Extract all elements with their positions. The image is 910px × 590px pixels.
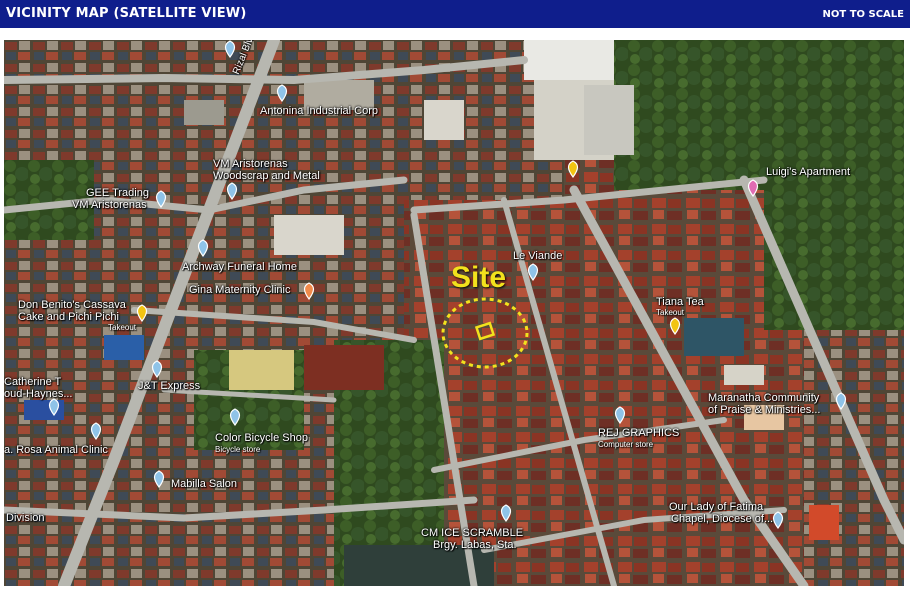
label-maranatha-1: Maranatha Community [708,392,820,404]
pin-catherine[interactable] [47,398,61,416]
pin-le-viande[interactable] [526,263,540,281]
label-color-bike-sub: Bicycle store [215,445,261,454]
pin-jt[interactable] [150,360,164,378]
label-color-bike: Color Bicycle Shop [215,432,308,444]
pin-color-bike[interactable] [228,408,242,426]
scale-note: NOT TO SCALE [822,9,904,20]
pin-maranatha[interactable] [834,392,848,410]
label-don-benito-sub: Takeout [108,323,137,332]
header-bar: VICINITY MAP (SATELLITE VIEW) NOT TO SCA… [0,0,910,28]
map-title: VICINITY MAP (SATELLITE VIEW) [6,6,247,21]
label-catherine-2: oud-Haynes... [4,388,73,400]
pin-rosa[interactable] [89,422,103,440]
label-fatima-2: Chapel, Diocese of... [671,513,774,525]
label-fatima-1: Our Lady of Fatima [669,501,764,513]
pin-gina[interactable] [302,282,316,300]
pin-don-benito[interactable] [135,304,149,322]
pin-luigi[interactable] [746,179,760,197]
label-don-benito-2: Cake and Pichi Pichi [18,311,119,323]
label-gee-2: VM Aristorenas [72,199,147,211]
label-mabilla: Mabilla Salon [171,478,238,490]
label-antonina: Antonina Industrial Corp [260,105,379,117]
pin-archway[interactable] [196,239,210,257]
pin-rej[interactable] [613,406,627,424]
label-don-benito-1: Don Benito's Cassava [18,299,126,311]
label-luigi: Luigi's Apartment [766,166,851,178]
label-gee-1: GEE Trading [86,187,149,199]
pin-top[interactable] [223,40,237,58]
site-label: Site [451,261,507,294]
label-gina: Gina Maternity Clinic [189,284,291,296]
label-rej: REJ GRAPHICS [598,427,680,439]
label-vm-woodscrap-2: Woodscrap and Metal [213,170,320,182]
label-tiana-sub: Takeout [656,308,685,317]
satellite-map[interactable]: Rizal Blvd Division Antonina Industrial … [4,40,904,586]
label-archway: Archway Funeral Home [182,261,297,273]
label-maranatha-2: of Praise & Ministries... [708,404,821,416]
pin-cm[interactable] [499,504,513,522]
label-catherine-1: Catherine T [4,376,62,388]
road-label-division: Division [6,512,45,524]
pin-tiana[interactable] [668,317,682,335]
label-le-viande: Le Viande [513,250,563,262]
label-jt: J&T Express [138,380,201,392]
label-cm-1: CM ICE SCRAMBLE [421,527,524,539]
label-rej-sub: Computer store [598,440,654,449]
pin-antonina[interactable] [275,84,289,102]
label-cm-2: Brgy. Labas, Sta. [433,539,517,551]
label-rosa: a. Rosa Animal Clinic [4,444,108,456]
pin-mabilla[interactable] [152,470,166,488]
label-tiana: Tiana Tea [656,296,704,308]
label-vm-woodscrap-1: VM Aristorenas [213,158,288,170]
pin-gee[interactable] [154,190,168,208]
pin-vm-woodscrap[interactable] [225,182,239,200]
pin-road-yellow[interactable] [566,160,580,178]
